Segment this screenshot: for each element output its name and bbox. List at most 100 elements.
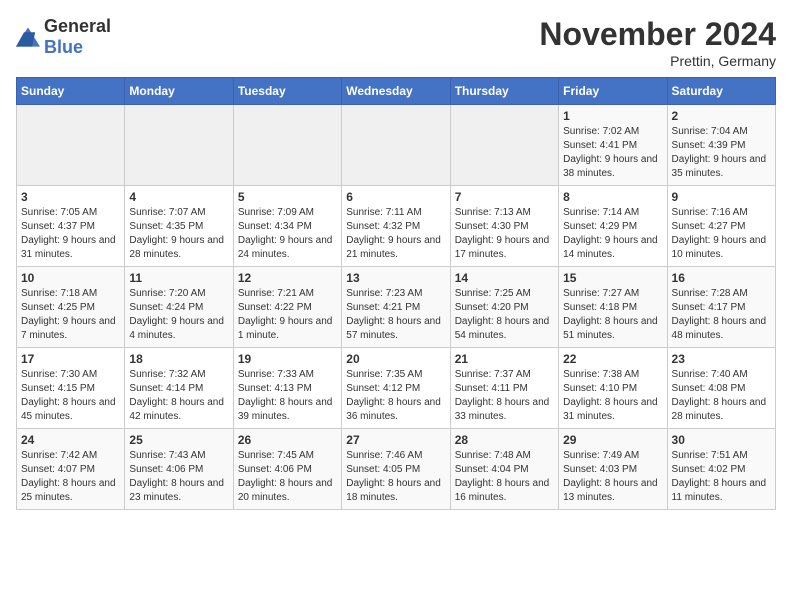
sunrise: Sunrise: 7:40 AM (672, 369, 748, 380)
calendar-cell: 7 Sunrise: 7:13 AM Sunset: 4:30 PM Dayli… (450, 186, 558, 267)
day-info: Sunrise: 7:18 AM Sunset: 4:25 PM Dayligh… (21, 287, 120, 343)
sunset: Sunset: 4:39 PM (672, 140, 746, 151)
logo-text: General Blue (44, 16, 111, 58)
daylight: Daylight: 9 hours and 31 minutes. (21, 235, 116, 260)
daylight: Daylight: 8 hours and 16 minutes. (455, 478, 550, 503)
sunset: Sunset: 4:24 PM (129, 302, 203, 313)
sunrise: Sunrise: 7:07 AM (129, 207, 205, 218)
day-info: Sunrise: 7:23 AM Sunset: 4:21 PM Dayligh… (346, 287, 445, 343)
sunset: Sunset: 4:05 PM (346, 464, 420, 475)
day-info: Sunrise: 7:25 AM Sunset: 4:20 PM Dayligh… (455, 287, 554, 343)
day-info: Sunrise: 7:07 AM Sunset: 4:35 PM Dayligh… (129, 206, 228, 262)
daylight: Daylight: 9 hours and 38 minutes. (563, 154, 658, 179)
daylight: Daylight: 8 hours and 11 minutes. (672, 478, 767, 503)
calendar-cell: 27 Sunrise: 7:46 AM Sunset: 4:05 PM Dayl… (342, 429, 450, 510)
calendar-header: Sunday Monday Tuesday Wednesday Thursday… (17, 78, 776, 105)
sunrise: Sunrise: 7:42 AM (21, 450, 97, 461)
daylight: Daylight: 8 hours and 54 minutes. (455, 316, 550, 341)
daylight: Daylight: 8 hours and 20 minutes. (238, 478, 333, 503)
location: Prettin, Germany (539, 53, 776, 69)
sunset: Sunset: 4:22 PM (238, 302, 312, 313)
day-number: 13 (346, 271, 445, 285)
calendar-cell (17, 105, 125, 186)
calendar-cell: 11 Sunrise: 7:20 AM Sunset: 4:24 PM Dayl… (125, 267, 233, 348)
sunset: Sunset: 4:11 PM (455, 383, 528, 394)
sunrise: Sunrise: 7:38 AM (563, 369, 639, 380)
day-info: Sunrise: 7:51 AM Sunset: 4:02 PM Dayligh… (672, 449, 771, 505)
sunrise: Sunrise: 7:37 AM (455, 369, 531, 380)
day-number: 10 (21, 271, 120, 285)
day-info: Sunrise: 7:27 AM Sunset: 4:18 PM Dayligh… (563, 287, 662, 343)
page-header: General Blue November 2024 Prettin, Germ… (16, 16, 776, 69)
header-sunday: Sunday (17, 78, 125, 105)
day-number: 20 (346, 352, 445, 366)
day-number: 1 (563, 109, 662, 123)
day-info: Sunrise: 7:49 AM Sunset: 4:03 PM Dayligh… (563, 449, 662, 505)
daylight: Daylight: 9 hours and 21 minutes. (346, 235, 441, 260)
day-info: Sunrise: 7:30 AM Sunset: 4:15 PM Dayligh… (21, 368, 120, 424)
calendar-cell: 2 Sunrise: 7:04 AM Sunset: 4:39 PM Dayli… (667, 105, 775, 186)
sunrise: Sunrise: 7:46 AM (346, 450, 422, 461)
daylight: Daylight: 8 hours and 33 minutes. (455, 397, 550, 422)
sunset: Sunset: 4:35 PM (129, 221, 203, 232)
calendar-cell: 22 Sunrise: 7:38 AM Sunset: 4:10 PM Dayl… (559, 348, 667, 429)
day-number: 14 (455, 271, 554, 285)
sunrise: Sunrise: 7:20 AM (129, 288, 205, 299)
day-info: Sunrise: 7:16 AM Sunset: 4:27 PM Dayligh… (672, 206, 771, 262)
daylight: Daylight: 9 hours and 24 minutes. (238, 235, 333, 260)
calendar-cell: 28 Sunrise: 7:48 AM Sunset: 4:04 PM Dayl… (450, 429, 558, 510)
sunset: Sunset: 4:03 PM (563, 464, 637, 475)
day-info: Sunrise: 7:11 AM Sunset: 4:32 PM Dayligh… (346, 206, 445, 262)
day-number: 9 (672, 190, 771, 204)
sunrise: Sunrise: 7:48 AM (455, 450, 531, 461)
day-info: Sunrise: 7:04 AM Sunset: 4:39 PM Dayligh… (672, 125, 771, 181)
calendar-cell: 8 Sunrise: 7:14 AM Sunset: 4:29 PM Dayli… (559, 186, 667, 267)
sunrise: Sunrise: 7:18 AM (21, 288, 97, 299)
sunrise: Sunrise: 7:16 AM (672, 207, 748, 218)
sunrise: Sunrise: 7:49 AM (563, 450, 639, 461)
sunset: Sunset: 4:27 PM (672, 221, 746, 232)
day-info: Sunrise: 7:21 AM Sunset: 4:22 PM Dayligh… (238, 287, 337, 343)
sunset: Sunset: 4:07 PM (21, 464, 95, 475)
calendar-cell: 5 Sunrise: 7:09 AM Sunset: 4:34 PM Dayli… (233, 186, 341, 267)
day-number: 12 (238, 271, 337, 285)
day-info: Sunrise: 7:46 AM Sunset: 4:05 PM Dayligh… (346, 449, 445, 505)
calendar-cell: 9 Sunrise: 7:16 AM Sunset: 4:27 PM Dayli… (667, 186, 775, 267)
sunrise: Sunrise: 7:25 AM (455, 288, 531, 299)
calendar-cell: 24 Sunrise: 7:42 AM Sunset: 4:07 PM Dayl… (17, 429, 125, 510)
day-info: Sunrise: 7:32 AM Sunset: 4:14 PM Dayligh… (129, 368, 228, 424)
daylight: Daylight: 9 hours and 1 minute. (238, 316, 333, 341)
day-number: 8 (563, 190, 662, 204)
sunrise: Sunrise: 7:30 AM (21, 369, 97, 380)
daylight: Daylight: 8 hours and 42 minutes. (129, 397, 224, 422)
day-info: Sunrise: 7:05 AM Sunset: 4:37 PM Dayligh… (21, 206, 120, 262)
daylight: Daylight: 8 hours and 23 minutes. (129, 478, 224, 503)
daylight: Daylight: 8 hours and 45 minutes. (21, 397, 116, 422)
sunset: Sunset: 4:06 PM (238, 464, 312, 475)
month-title: November 2024 (539, 16, 776, 53)
calendar-cell: 25 Sunrise: 7:43 AM Sunset: 4:06 PM Dayl… (125, 429, 233, 510)
day-number: 26 (238, 433, 337, 447)
calendar-cell: 20 Sunrise: 7:35 AM Sunset: 4:12 PM Dayl… (342, 348, 450, 429)
header-wednesday: Wednesday (342, 78, 450, 105)
sunset: Sunset: 4:17 PM (672, 302, 746, 313)
day-number: 17 (21, 352, 120, 366)
day-info: Sunrise: 7:42 AM Sunset: 4:07 PM Dayligh… (21, 449, 120, 505)
day-info: Sunrise: 7:45 AM Sunset: 4:06 PM Dayligh… (238, 449, 337, 505)
calendar-cell: 3 Sunrise: 7:05 AM Sunset: 4:37 PM Dayli… (17, 186, 125, 267)
calendar-cell: 15 Sunrise: 7:27 AM Sunset: 4:18 PM Dayl… (559, 267, 667, 348)
sunrise: Sunrise: 7:13 AM (455, 207, 531, 218)
day-number: 29 (563, 433, 662, 447)
calendar-cell: 21 Sunrise: 7:37 AM Sunset: 4:11 PM Dayl… (450, 348, 558, 429)
daylight: Daylight: 8 hours and 51 minutes. (563, 316, 658, 341)
sunset: Sunset: 4:21 PM (346, 302, 420, 313)
daylight: Daylight: 9 hours and 35 minutes. (672, 154, 767, 179)
sunrise: Sunrise: 7:04 AM (672, 126, 748, 137)
calendar-cell: 17 Sunrise: 7:30 AM Sunset: 4:15 PM Dayl… (17, 348, 125, 429)
sunrise: Sunrise: 7:45 AM (238, 450, 314, 461)
sunrise: Sunrise: 7:27 AM (563, 288, 639, 299)
sunset: Sunset: 4:34 PM (238, 221, 312, 232)
header-saturday: Saturday (667, 78, 775, 105)
day-info: Sunrise: 7:09 AM Sunset: 4:34 PM Dayligh… (238, 206, 337, 262)
header-tuesday: Tuesday (233, 78, 341, 105)
